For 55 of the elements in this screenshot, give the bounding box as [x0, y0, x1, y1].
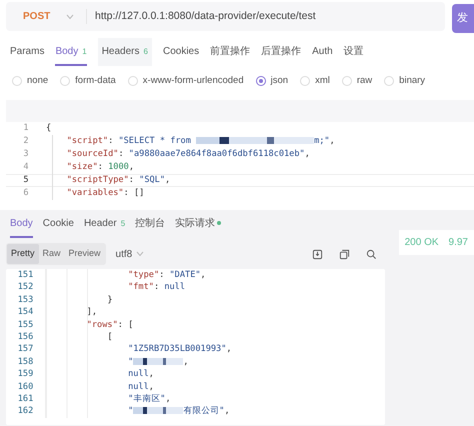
save-icon[interactable] [312, 248, 323, 260]
code-line: { [46, 122, 52, 135]
line-number: 6 [22, 187, 30, 200]
tab[interactable]: 设置 [344, 38, 364, 66]
copy-icon[interactable] [338, 248, 350, 260]
radio-button[interactable] [256, 76, 266, 86]
caret-icon[interactable] [66, 14, 74, 20]
line-number: 156 [6, 330, 46, 344]
radio-label[interactable]: none [27, 74, 48, 88]
radio-label[interactable]: xml [315, 74, 330, 88]
radio-label[interactable]: json [270, 74, 288, 88]
tab[interactable]: 前置操作 [210, 38, 250, 66]
tab[interactable]: Body 1 [55, 38, 87, 66]
response-time: 9.97 [448, 236, 468, 250]
radio-label[interactable]: x-www-form-urlencoded [142, 74, 244, 88]
line-number: 162 [6, 405, 46, 418]
status-text: 200 OK [404, 236, 439, 250]
line-number: 2 [22, 135, 30, 148]
radio-label[interactable]: raw [356, 74, 372, 88]
tab[interactable]: Cookies [162, 38, 200, 66]
format-tab[interactable]: Pretty [7, 244, 39, 264]
tab[interactable]: Auth [312, 38, 333, 66]
line-number: 4 [22, 161, 30, 174]
line-number: 158 [6, 356, 46, 368]
line-number: 1 [22, 122, 30, 135]
line-number: 154 [6, 306, 46, 319]
line-number: 152 [6, 281, 46, 294]
radio-label[interactable]: binary [399, 74, 426, 88]
tab[interactable]: 控制台 [135, 210, 166, 238]
tab[interactable]: 实际请求 [175, 210, 222, 238]
redaction-mark [133, 407, 184, 414]
redaction-mark [133, 358, 184, 365]
caret-icon[interactable] [136, 251, 144, 257]
url-field[interactable]: http://127.0.0.1:8080/data-provider/execute/test [86, 8, 445, 24]
format-tab[interactable]: Preview [64, 244, 105, 264]
line-number: 151 [6, 269, 46, 282]
radio-label[interactable]: form-data [75, 74, 116, 88]
tab[interactable]: Header 5 [84, 210, 126, 238]
search-icon[interactable] [366, 248, 377, 260]
tab[interactable]: Params [10, 38, 44, 66]
encoding-dropdown[interactable]: utf8 [116, 246, 132, 262]
send-button[interactable]: 发 [452, 4, 474, 33]
line-number: 159 [6, 368, 46, 381]
line-number: 153 [6, 294, 46, 306]
line-number: 3 [22, 148, 30, 161]
line-number: 5 [22, 174, 30, 187]
line-number: 160 [6, 380, 46, 393]
line-number: 157 [6, 343, 46, 356]
tab[interactable]: Body [10, 210, 33, 238]
format-tab[interactable]: Raw [38, 244, 65, 264]
tab[interactable]: 后置操作 [261, 38, 302, 66]
tab[interactable]: Cookie [42, 210, 74, 238]
tab[interactable]: Headers 6 [98, 38, 152, 66]
line-number: 161 [6, 392, 46, 406]
line-number: 155 [6, 318, 46, 331]
